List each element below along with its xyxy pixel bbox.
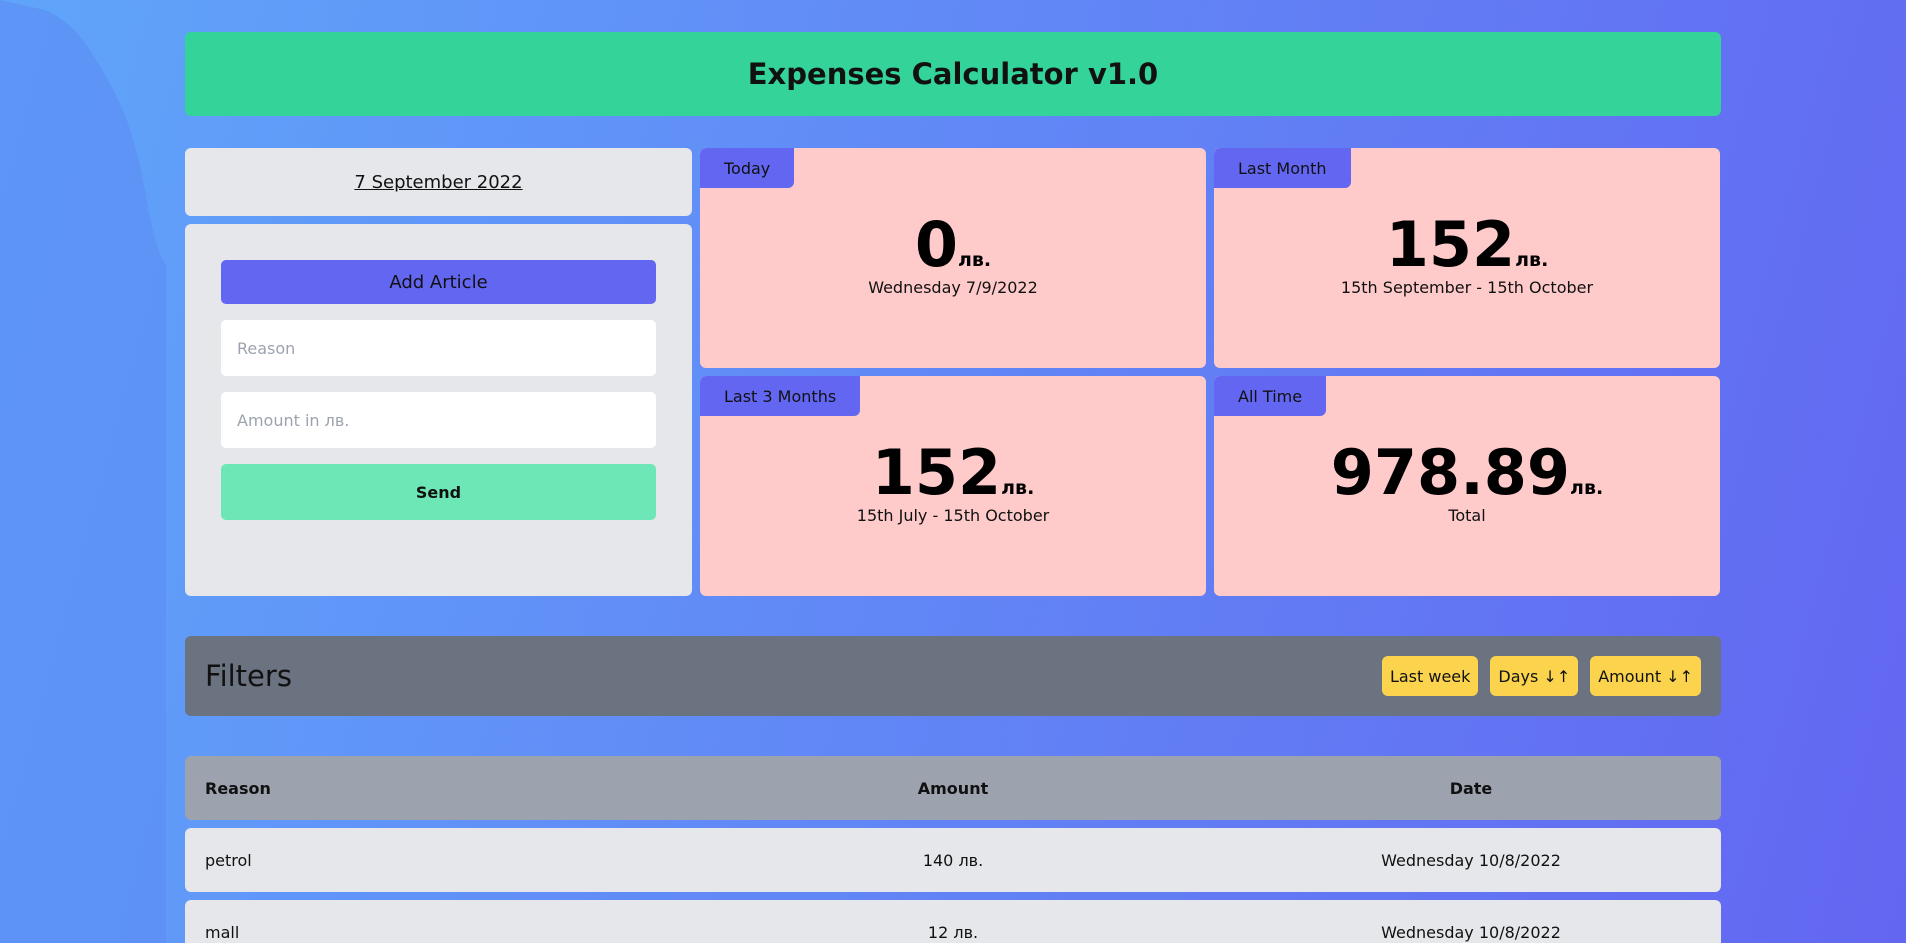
column-header-reason: Reason — [205, 778, 271, 798]
stat-body: 152лв. 15th September - 15th October — [1214, 214, 1720, 298]
stat-unit: лв. — [1515, 249, 1549, 271]
stat-tag: All Time — [1214, 376, 1327, 416]
filters-title: Filters — [205, 659, 292, 693]
amount-input[interactable] — [221, 392, 656, 448]
stat-tag: Today — [700, 148, 795, 188]
table-header: Reason Amount Date — [185, 756, 1721, 820]
table-row[interactable]: petrol 140 лв. Wednesday 10/8/2022 — [185, 828, 1721, 892]
reason-input[interactable] — [221, 320, 656, 376]
stat-body: 152лв. 15th July - 15th October — [700, 442, 1206, 526]
stat-unit: лв. — [1570, 477, 1604, 499]
stat-value: 978.89 — [1330, 436, 1571, 509]
row-date: Wednesday 10/8/2022 — [1381, 922, 1561, 942]
stat-value: 152 — [1385, 208, 1516, 281]
date-panel: 7 September 2022 — [185, 148, 692, 216]
current-date-link[interactable]: 7 September 2022 — [354, 172, 522, 193]
table-row[interactable]: mall 12 лв. Wednesday 10/8/2022 — [185, 900, 1721, 943]
row-date: Wednesday 10/8/2022 — [1381, 850, 1561, 870]
app-title: Expenses Calculator v1.0 — [747, 57, 1159, 91]
add-article-button[interactable]: Add Article — [221, 260, 656, 304]
stat-subtitle: Wednesday 7/9/2022 — [868, 278, 1038, 297]
sort-amount-button[interactable]: Amount ↓↑ — [1590, 656, 1701, 696]
stat-card-all-time: All Time 978.89лв. Total — [1214, 376, 1720, 596]
stat-card-today: Today 0лв. Wednesday 7/9/2022 — [700, 148, 1206, 368]
add-article-form: Add Article Send — [185, 224, 692, 596]
stat-unit: лв. — [1001, 477, 1035, 499]
row-reason: petrol — [205, 850, 252, 870]
filters-bar: Filters Last week Days ↓↑ Amount ↓↑ — [185, 636, 1721, 716]
stat-value: 152 — [871, 436, 1002, 509]
filter-buttons: Last week Days ↓↑ Amount ↓↑ — [1381, 656, 1701, 696]
app-container: Expenses Calculator v1.0 7 September 202… — [185, 32, 1721, 943]
row-amount: 12 лв. — [927, 922, 979, 942]
dashboard-grid: 7 September 2022 Add Article Send Today … — [185, 148, 1721, 596]
row-reason: mall — [205, 922, 240, 942]
stat-subtitle: Total — [1448, 506, 1486, 525]
stat-subtitle: 15th July - 15th October — [856, 506, 1050, 525]
stat-unit: лв. — [957, 249, 992, 271]
stat-value: 0 — [914, 208, 958, 281]
stat-card-last-3-months: Last 3 Months 152лв. 15th July - 15th Oc… — [700, 376, 1206, 596]
sort-days-button[interactable]: Days ↓↑ — [1490, 656, 1579, 696]
stat-body: 0лв. Wednesday 7/9/2022 — [700, 214, 1206, 298]
stat-tag: Last 3 Months — [700, 376, 861, 416]
stat-body: 978.89лв. Total — [1214, 442, 1720, 526]
row-amount: 140 лв. — [922, 850, 984, 870]
stat-tag: Last Month — [1214, 148, 1351, 188]
background-shape — [0, 0, 166, 943]
stat-card-last-month: Last Month 152лв. 15th September - 15th … — [1214, 148, 1720, 368]
column-header-date: Date — [1449, 778, 1493, 798]
filter-last-week-button[interactable]: Last week — [1381, 656, 1479, 696]
send-button[interactable]: Send — [221, 464, 656, 520]
stat-subtitle: 15th September - 15th October — [1340, 278, 1594, 297]
app-header: Expenses Calculator v1.0 — [185, 32, 1721, 116]
column-header-amount: Amount — [917, 778, 989, 798]
